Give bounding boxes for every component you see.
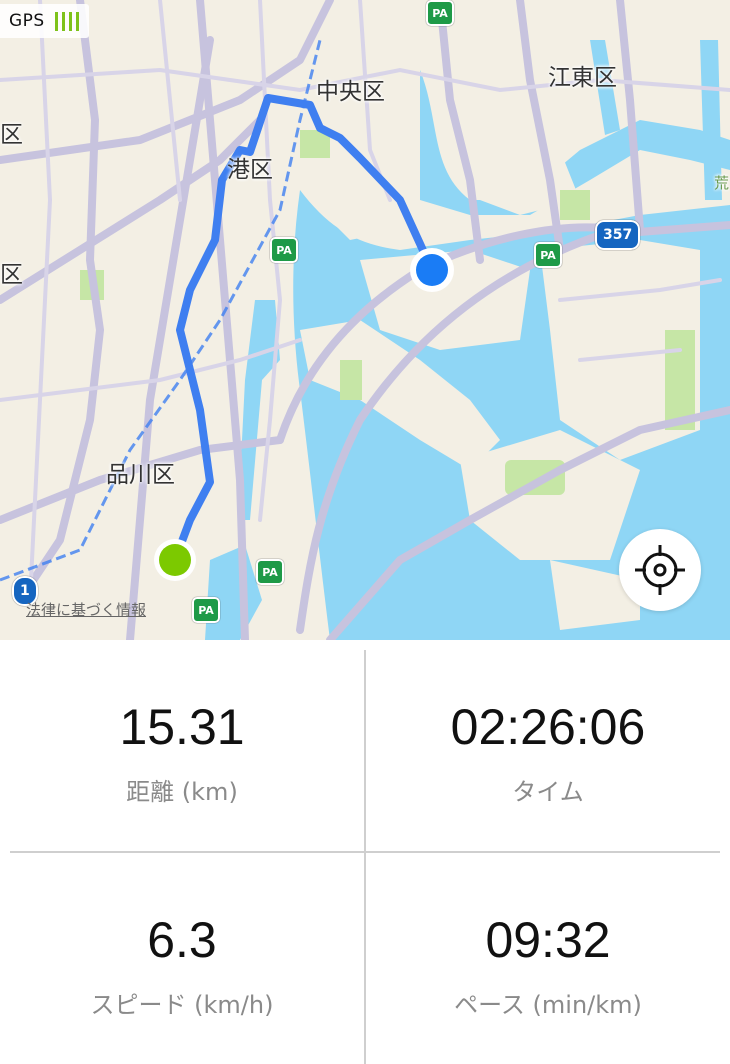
ward-label-koto: 江東区 [548,65,617,91]
pace-value: 09:32 [485,912,611,968]
locate-me-button[interactable] [619,529,701,611]
ward-label-edge-right: 荒 [714,174,730,192]
distance-value: 15.31 [119,699,245,755]
speed-label: スピード (km/h) [90,991,274,1019]
stat-speed: 6.3 スピード (km/h) [0,915,364,1020]
ward-label-minato: 港区 [227,157,273,183]
gps-signal-icon [54,11,79,31]
route-357-badge: 357 [595,220,641,250]
parking-area-marker: PA [256,559,284,585]
stats-panel: 15.31 距離 (km) 02:26:06 タイム 6.3 スピード (km/… [0,640,730,1064]
distance-label: 距離 (km) [126,778,238,806]
pace-label: ペース (min/km) [454,991,642,1019]
crosshair-icon [635,545,685,595]
ward-label-edge-left-mid: 区 [0,262,23,288]
ward-label-edge-left-top: 区 [0,122,23,148]
ward-label-chuo: 中央区 [316,79,385,105]
stat-time: 02:26:06 タイム [366,702,730,807]
stat-distance: 15.31 距離 (km) [0,702,364,807]
gps-label: GPS [9,11,45,31]
stat-pace: 09:32 ペース (min/km) [366,915,730,1020]
stats-divider-horizontal [10,851,720,853]
parking-area-marker: PA [192,597,220,623]
legal-info-link[interactable]: 法律に基づく情報 [26,599,146,620]
time-value: 02:26:06 [450,699,646,755]
time-label: タイム [512,778,584,806]
gps-status: GPS [0,4,89,38]
parking-area-marker: PA [270,237,298,263]
map-view[interactable]: 中央区 江東区 港区 品川区 区 区 荒 PA PA PA PA PA 357 … [0,0,730,640]
ward-label-shinagawa: 品川区 [106,462,175,488]
speed-value: 6.3 [147,912,217,968]
parking-area-marker: PA [426,0,454,26]
parking-area-marker: PA [534,242,562,268]
